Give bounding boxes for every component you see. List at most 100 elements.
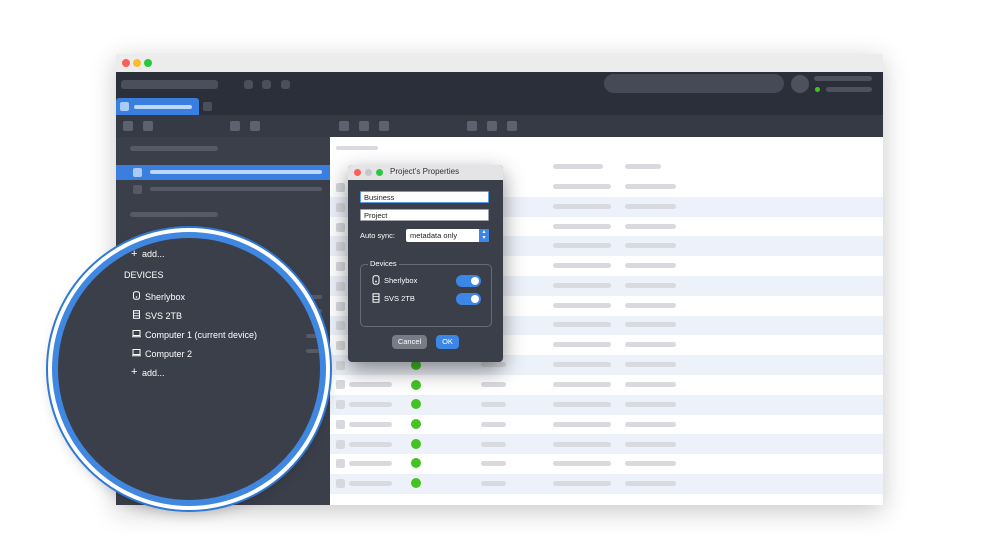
category-field[interactable]: Business	[360, 191, 489, 203]
sidebar-section-title	[130, 212, 218, 217]
sidebar-item-selected[interactable]	[116, 165, 330, 180]
device-computer-2[interactable]: Computer 2	[145, 349, 192, 359]
row-checkbox[interactable]	[336, 420, 345, 429]
synced-status-icon	[411, 458, 421, 468]
cell-placeholder	[553, 402, 611, 407]
row-checkbox[interactable]	[336, 361, 345, 370]
device-computer-1[interactable]: Computer 1 (current device)	[145, 330, 257, 340]
add-device-link[interactable]: add...	[142, 368, 165, 378]
sherlybox-sync-toggle[interactable]	[456, 275, 481, 287]
cell-placeholder	[349, 442, 392, 447]
cell-placeholder	[553, 263, 611, 268]
dialog-title: Project's Properties	[390, 167, 460, 176]
header-icon[interactable]	[281, 80, 290, 89]
row-checkbox[interactable]	[336, 479, 345, 488]
toolbar-icon[interactable]	[487, 121, 497, 131]
cell-placeholder	[349, 481, 392, 486]
devices-group-title: Devices	[368, 259, 399, 268]
cell-placeholder	[553, 342, 611, 347]
sidebar-item-label[interactable]	[150, 187, 322, 191]
tab-active[interactable]	[116, 98, 199, 115]
cell-placeholder	[553, 322, 611, 327]
server-icon	[372, 293, 380, 303]
row-checkbox[interactable]	[336, 440, 345, 449]
row-checkbox[interactable]	[336, 223, 345, 232]
toolbar-icon[interactable]	[379, 121, 389, 131]
close-dialog-button[interactable]	[354, 169, 361, 176]
row-checkbox[interactable]	[336, 302, 345, 311]
devices-section-header: DEVICES	[124, 270, 164, 280]
minimize-window-button[interactable]	[133, 59, 141, 67]
cell-placeholder	[481, 442, 506, 447]
toolbar-icon[interactable]	[339, 121, 349, 131]
svs-sync-toggle[interactable]	[456, 293, 481, 305]
sidebar-section-title	[130, 146, 218, 151]
online-status-icon	[815, 87, 820, 92]
cell-placeholder	[553, 283, 611, 288]
row-checkbox[interactable]	[336, 321, 345, 330]
device-name: Sherlybox	[384, 276, 418, 285]
device-name: SVS 2TB	[384, 294, 415, 303]
plus-icon: +	[131, 366, 138, 378]
cell-placeholder	[349, 461, 392, 466]
cell-placeholder	[625, 204, 676, 209]
cancel-button[interactable]: Cancel	[392, 335, 427, 349]
cell-placeholder	[481, 362, 506, 367]
device-svs-2tb[interactable]: SVS 2TB	[145, 311, 182, 321]
laptop-icon	[132, 330, 141, 338]
cell-placeholder	[349, 382, 392, 387]
cell-placeholder	[625, 184, 676, 189]
toolbar-icon[interactable]	[507, 121, 517, 131]
header-icon[interactable]	[262, 80, 271, 89]
new-tab-button[interactable]	[203, 102, 212, 111]
autosync-select[interactable]: metadata only ▴ ▾	[406, 229, 489, 242]
row-checkbox[interactable]	[336, 262, 345, 271]
tab-label-placeholder	[134, 105, 192, 109]
toolbar-icon[interactable]	[230, 121, 240, 131]
ok-button[interactable]: OK	[436, 335, 459, 349]
autosync-label: Auto sync:	[360, 231, 396, 240]
row-checkbox[interactable]	[336, 380, 345, 389]
project-name-field[interactable]: Project	[360, 209, 489, 221]
row-checkbox[interactable]	[336, 203, 345, 212]
zoom-window-button[interactable]	[144, 59, 152, 67]
folder-icon	[133, 185, 142, 194]
user-status-placeholder	[826, 87, 872, 92]
device-sherlybox[interactable]: Sherlybox	[145, 292, 185, 302]
sidebar-item-label	[150, 170, 322, 174]
avatar[interactable]	[791, 75, 809, 93]
toolbar-icon[interactable]	[359, 121, 369, 131]
sidebar-magnifier: + add... DEVICES Sherlybox SVS 2TB Compu…	[52, 232, 326, 506]
toolbar-icon[interactable]	[250, 121, 260, 131]
cell-placeholder	[349, 422, 392, 427]
row-checkbox[interactable]	[336, 242, 345, 251]
header-icon[interactable]	[244, 80, 253, 89]
toolbar-icon[interactable]	[123, 121, 133, 131]
cell-placeholder	[553, 224, 611, 229]
cell-placeholder	[553, 481, 611, 486]
minimize-dialog-button	[365, 169, 372, 176]
row-checkbox[interactable]	[336, 400, 345, 409]
folder-icon	[133, 168, 142, 177]
cell-placeholder	[481, 481, 506, 486]
toolbar	[116, 115, 883, 137]
search-input[interactable]	[604, 74, 784, 93]
cell-placeholder	[625, 481, 676, 486]
close-window-button[interactable]	[122, 59, 130, 67]
cell-placeholder	[349, 402, 392, 407]
cell-placeholder	[625, 322, 676, 327]
toolbar-icon[interactable]	[143, 121, 153, 131]
toolbar-icon[interactable]	[467, 121, 477, 131]
column-header[interactable]	[625, 164, 661, 169]
box-icon	[372, 275, 380, 285]
laptop-icon	[132, 349, 141, 357]
add-project-link[interactable]: add...	[142, 249, 165, 259]
zoom-dialog-button[interactable]	[376, 169, 383, 176]
list-title-placeholder	[336, 146, 378, 150]
row-checkbox[interactable]	[336, 459, 345, 468]
cell-placeholder	[625, 442, 676, 447]
column-header[interactable]	[553, 164, 603, 169]
row-checkbox[interactable]	[336, 183, 345, 192]
row-checkbox[interactable]	[336, 282, 345, 291]
row-checkbox[interactable]	[336, 341, 345, 350]
